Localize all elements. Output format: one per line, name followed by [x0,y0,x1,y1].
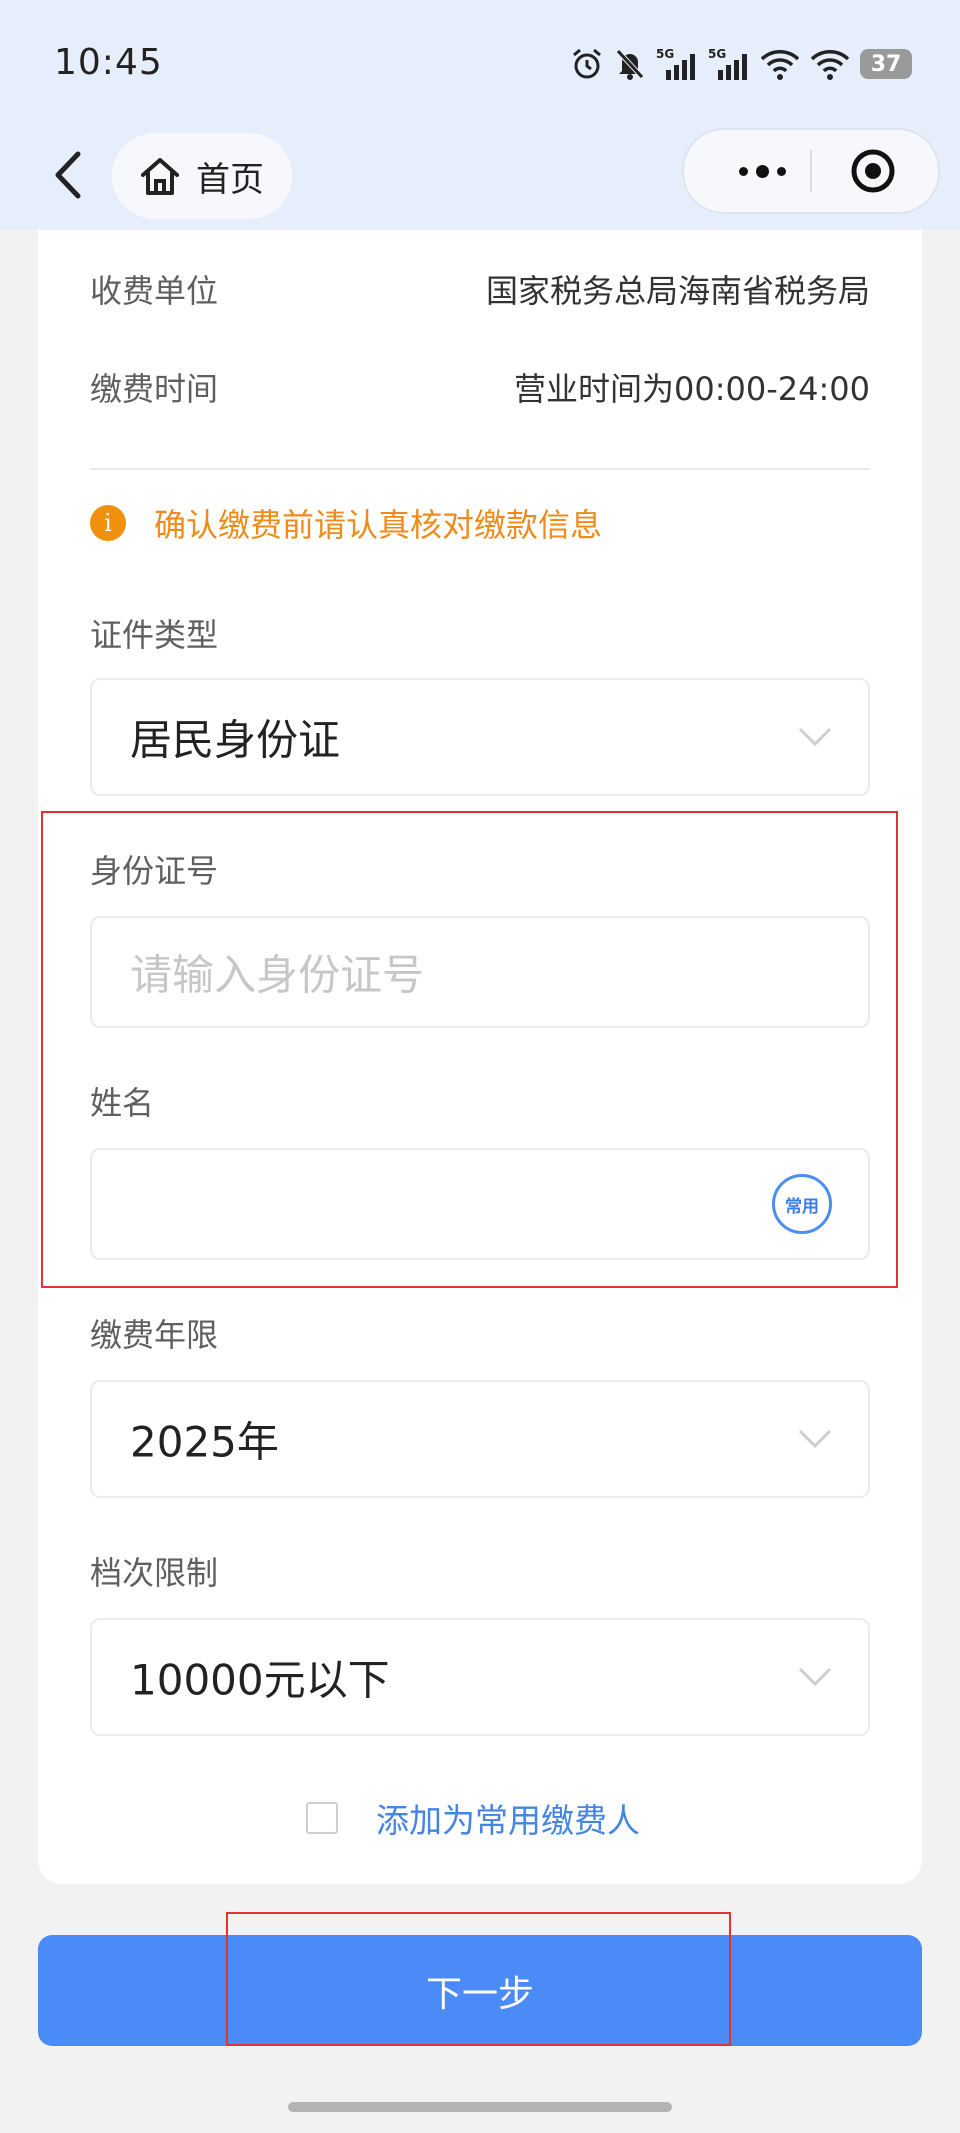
year-value: 2025年 [130,1417,279,1467]
battery-icon: 37 [860,49,912,79]
signal-5g-label: 5G [656,47,674,61]
payee-label: 收费单位 [90,272,219,310]
back-arrow-icon[interactable] [50,150,90,200]
close-target-icon[interactable] [850,148,896,194]
capsule-divider [810,150,812,192]
year-select[interactable]: 2025年 [90,1380,870,1498]
signal-5g-icon-2: 5G [708,47,747,80]
add-frequent-payer[interactable]: 添加为常用缴费人 [306,1794,640,1842]
chevron-down-icon [798,1667,832,1687]
home-button[interactable]: 首页 [112,133,292,219]
status-bar: 10:45 5G 5G 37 [0,0,960,130]
payment-time-value: 营业时间为00:00-24:00 [514,370,870,408]
chevron-down-icon [798,727,832,747]
info-icon: i [90,505,126,541]
payment-time-label: 缴费时间 [90,370,219,408]
home-indicator[interactable] [288,2102,672,2112]
notice-text: 确认缴费前请认真核对缴款信息 [154,506,603,544]
verify-notice: i 确认缴费前请认真核对缴款信息 [90,500,602,546]
wifi-icon [760,50,800,80]
add-payer-checkbox[interactable] [306,1802,338,1834]
payee-value: 国家税务总局海南省税务局 [485,272,870,310]
alarm-icon [573,48,601,79]
mini-program-capsule [682,128,940,214]
id-type-label: 证件类型 [90,616,219,654]
add-payer-label[interactable]: 添加为常用缴费人 [376,1794,640,1842]
id-type-value: 居民身份证 [130,715,341,765]
signal-5g-icon: 5G [656,47,695,80]
status-time: 10:45 [54,42,163,83]
tier-value: 10000元以下 [130,1655,390,1705]
wifi-icon-2 [810,50,850,80]
bell-muted-icon [616,49,644,80]
id-type-select[interactable]: 居民身份证 [90,678,870,796]
home-icon [141,158,179,195]
tier-select[interactable]: 10000元以下 [90,1618,870,1736]
home-label: 首页 [196,159,264,200]
highlight-box-next [226,1912,731,2046]
chevron-down-icon [798,1429,832,1449]
signal-5g-label-2: 5G [708,47,726,61]
divider [90,468,870,470]
highlight-box-fields [41,811,898,1288]
status-icons: 5G 5G 37 [570,44,912,84]
more-icon[interactable] [722,154,802,188]
year-label: 缴费年限 [90,1316,219,1354]
tier-label: 档次限制 [90,1554,219,1592]
